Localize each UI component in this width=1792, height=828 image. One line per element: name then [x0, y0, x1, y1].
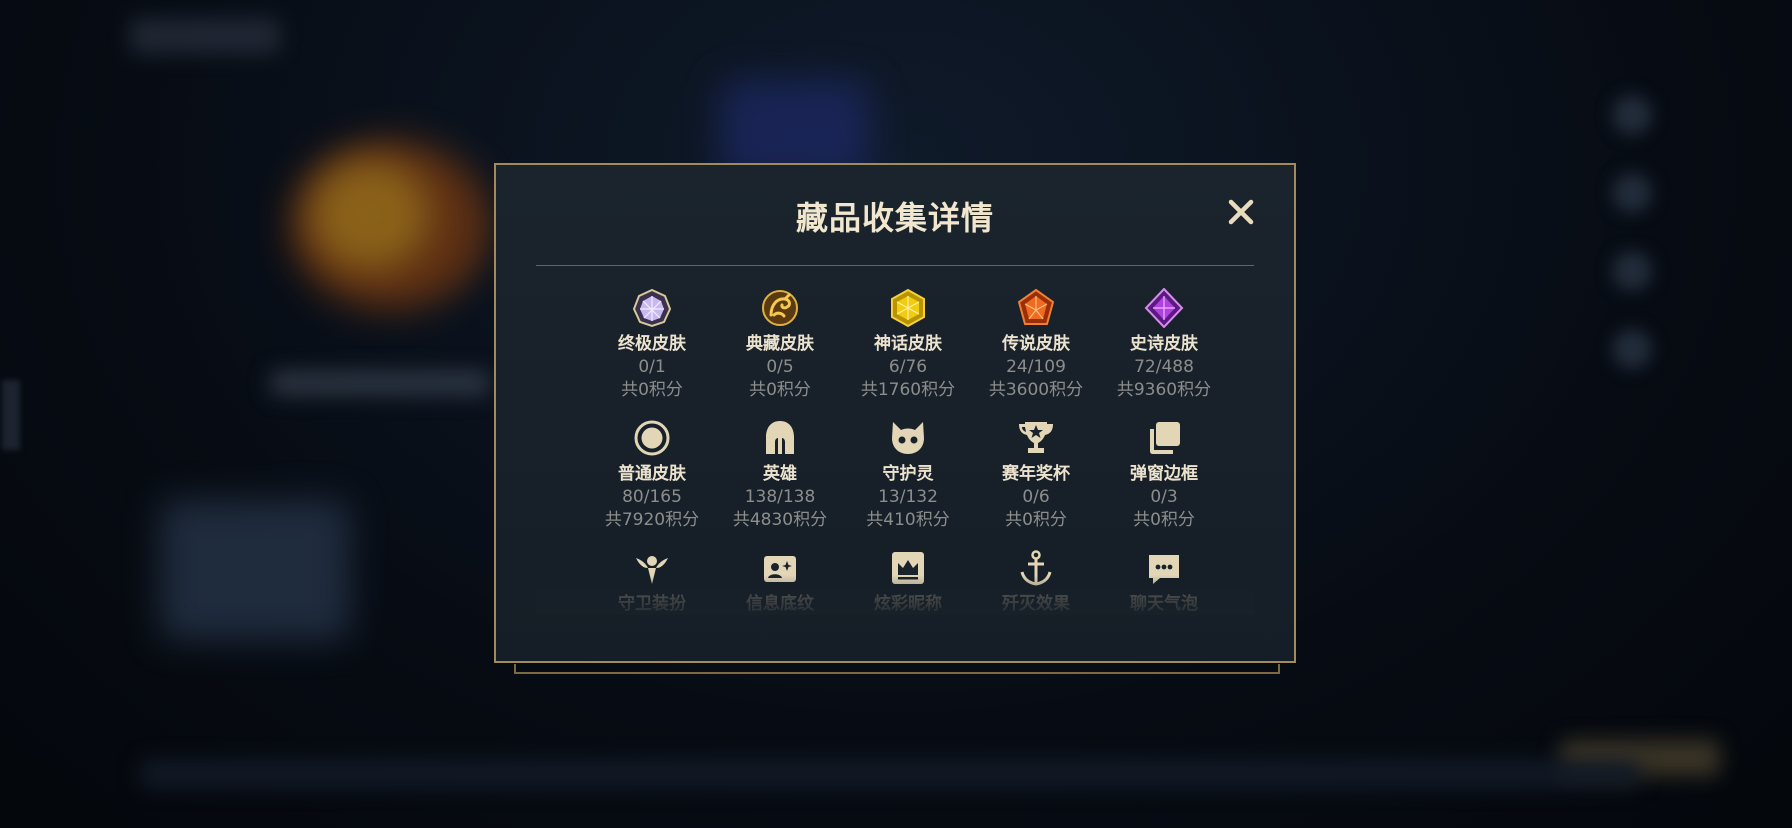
category-count: 13/132: [878, 487, 938, 507]
mythic-skin-icon: [887, 287, 929, 329]
category-count: 138/138: [744, 487, 816, 507]
category-count: 24/109: [1006, 357, 1066, 377]
category-chat-bubble[interactable]: 聊天气泡: [1100, 547, 1228, 667]
category-count: 0/5: [766, 357, 794, 377]
ward-skin-icon: [631, 547, 673, 589]
category-name: 守护灵: [882, 464, 934, 484]
category-count: 0/1: [638, 357, 666, 377]
guardian-spirit-icon: [887, 417, 929, 459]
category-points: 共7920积分: [604, 510, 700, 530]
bg-blurred-name: [270, 370, 490, 396]
category-name: 聊天气泡: [1130, 594, 1198, 614]
category-count: 72/488: [1134, 357, 1194, 377]
category-name: 弹窗边框: [1130, 464, 1198, 484]
legendary-skin-icon: [1015, 287, 1057, 329]
category-count: 6/76: [888, 357, 928, 377]
category-count: 0/6: [1022, 487, 1050, 507]
bg-blurred-header: [130, 18, 280, 54]
category-ward-skin[interactable]: 守卫装扮: [588, 547, 716, 667]
trophy-icon: [1015, 417, 1057, 459]
normal-skin-icon: [631, 417, 673, 459]
close-button[interactable]: [1224, 195, 1258, 229]
category-info-card[interactable]: 信息底纹: [716, 547, 844, 667]
collection-grid: 终极皮肤 0/1 共0积分 典藏皮肤 0/5 共0积分 神话皮肤 6/76 共1…: [588, 287, 1228, 667]
colorful-name-icon: [887, 547, 929, 589]
chat-bubble-icon: [1143, 547, 1185, 589]
epic-skin-icon: [1143, 287, 1185, 329]
category-name: 终极皮肤: [618, 334, 686, 354]
category-count: 80/165: [622, 487, 682, 507]
category-name: 炫彩昵称: [874, 594, 942, 614]
category-collection-skin[interactable]: 典藏皮肤 0/5 共0积分: [716, 287, 844, 407]
category-points: 共0积分: [1133, 510, 1195, 530]
category-points: 共3600积分: [988, 380, 1084, 400]
category-name: 歼灭效果: [1002, 594, 1070, 614]
category-count: 0/3: [1150, 487, 1178, 507]
bg-blurred-side-icons: [1612, 95, 1652, 407]
hero-helmet-icon: [759, 417, 801, 459]
category-guardian-spirit[interactable]: 守护灵 13/132 共410积分: [844, 417, 972, 537]
category-season-trophy[interactable]: 赛年奖杯 0/6 共0积分: [972, 417, 1100, 537]
kill-effect-icon: [1015, 547, 1057, 589]
category-points: 共0积分: [749, 380, 811, 400]
category-colorful-name[interactable]: 炫彩昵称: [844, 547, 972, 667]
category-name: 守卫装扮: [618, 594, 686, 614]
category-points: 共410积分: [866, 510, 950, 530]
collection-detail-modal: 藏品收集详情 终极皮肤 0/1 共0积分 典藏皮肤 0/5 共0积分 神话皮肤 …: [494, 163, 1296, 663]
category-points: 共4830积分: [732, 510, 828, 530]
bg-blurred-id-text: [2, 380, 20, 450]
category-points: 共1760积分: [860, 380, 956, 400]
bg-blurred-hero-art-highlight: [310, 160, 430, 270]
bg-blurred-bottom-bar: [140, 760, 1640, 788]
category-ultimate-skin[interactable]: 终极皮肤 0/1 共0积分: [588, 287, 716, 407]
category-name: 典藏皮肤: [746, 334, 814, 354]
category-normal-skin[interactable]: 普通皮肤 80/165 共7920积分: [588, 417, 716, 537]
ultimate-skin-icon: [631, 287, 673, 329]
category-name: 赛年奖杯: [1002, 464, 1070, 484]
category-epic-skin[interactable]: 史诗皮肤 72/488 共9360积分: [1100, 287, 1228, 407]
title-divider: [536, 265, 1254, 266]
category-name: 传说皮肤: [1002, 334, 1070, 354]
close-icon: [1228, 199, 1254, 225]
category-points: 共0积分: [621, 380, 683, 400]
category-kill-effect[interactable]: 歼灭效果: [972, 547, 1100, 667]
category-points: 共0积分: [1005, 510, 1067, 530]
collection-skin-icon: [759, 287, 801, 329]
info-card-icon: [759, 547, 801, 589]
category-name: 神话皮肤: [874, 334, 942, 354]
category-legendary-skin[interactable]: 传说皮肤 24/109 共3600积分: [972, 287, 1100, 407]
popup-frame-icon: [1143, 417, 1185, 459]
category-mythic-skin[interactable]: 神话皮肤 6/76 共1760积分: [844, 287, 972, 407]
bg-blurred-card: [160, 500, 350, 640]
category-name: 普通皮肤: [618, 464, 686, 484]
category-name: 史诗皮肤: [1130, 334, 1198, 354]
category-name: 信息底纹: [746, 594, 814, 614]
category-popup-frame[interactable]: 弹窗边框 0/3 共0积分: [1100, 417, 1228, 537]
modal-title: 藏品收集详情: [795, 199, 994, 237]
category-hero[interactable]: 英雄 138/138 共4830积分: [716, 417, 844, 537]
category-name: 英雄: [763, 464, 797, 484]
category-points: 共9360积分: [1116, 380, 1212, 400]
